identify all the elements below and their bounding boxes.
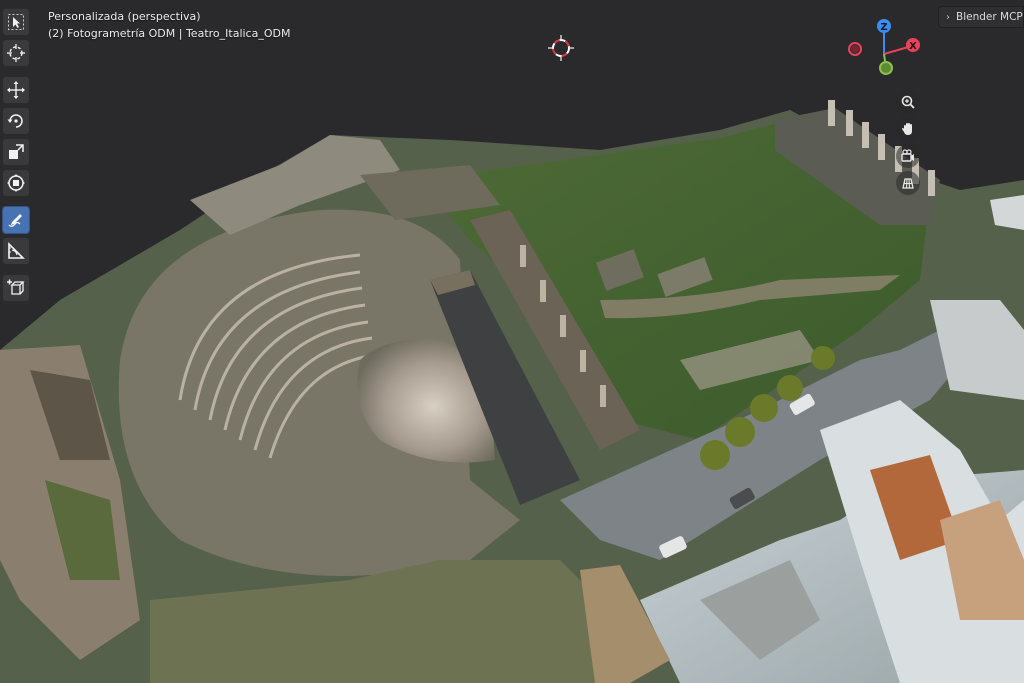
hand-pan-icon [902,123,912,135]
add-cube-tool[interactable] [2,274,30,302]
move-tool[interactable] [2,76,30,104]
gizmo-axis-neg-x-fill [851,45,859,53]
rotate-icon [7,114,23,128]
select-box-tool[interactable] [2,8,30,36]
zoom-button[interactable] [896,90,920,114]
annotate-tool[interactable] [2,206,30,234]
pan-button[interactable] [896,117,920,141]
navigation-gizmo[interactable]: Z X [840,16,924,82]
add-cube-icon [7,279,25,295]
viewport-title: Personalizada (perspectiva) [48,10,201,23]
crosshair-cursor-icon [7,44,25,62]
cursor-arrow-icon [8,14,24,30]
gizmo-label-x: X [909,41,917,52]
transform-icon [7,174,25,192]
gizmo-axis-y-inner [881,63,891,73]
sidebar-tab-blender-mcp[interactable]: › Blender MCP [938,6,1024,28]
sidebar-tab-label: Blender MCP [956,11,1023,23]
tool-shelf [2,8,32,305]
3d-cursor-icon [548,35,574,61]
gizmo-label-z: Z [880,22,887,33]
move-arrows-icon [7,81,25,99]
camera-view-button[interactable] [896,144,920,168]
grid-ortho-icon [902,178,914,189]
camera-icon [901,149,914,162]
cursor-tool[interactable] [2,39,30,67]
transform-tool[interactable] [2,169,30,197]
scale-tool[interactable] [2,138,30,166]
ruler-measure-icon [8,242,25,259]
chevron-right-icon: › [946,11,950,23]
3d-viewport[interactable] [0,0,1024,683]
ortho-toggle-button[interactable] [896,171,920,195]
measure-tool[interactable] [2,237,30,265]
viewport-navigation [896,90,922,198]
scale-icon [9,144,24,159]
rotate-tool[interactable] [2,107,30,135]
pencil-annotate-icon [8,214,22,227]
zoom-icon [901,95,915,109]
viewport-collection-label: (2) Fotogrametría ODM | Teatro_Italica_O… [48,27,291,40]
photogrammetry-model [0,100,1024,683]
